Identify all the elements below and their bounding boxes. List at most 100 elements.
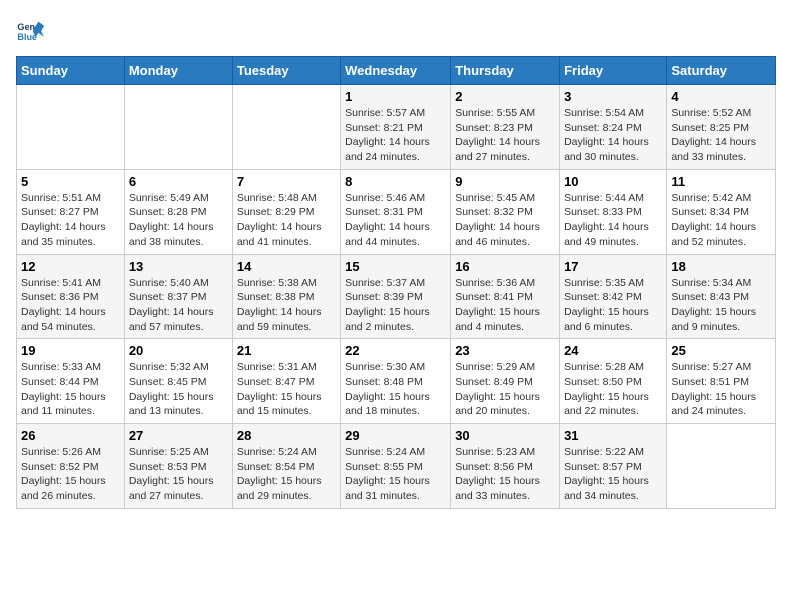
day-number: 27 xyxy=(129,428,228,443)
calendar-cell: 31Sunrise: 5:22 AMSunset: 8:57 PMDayligh… xyxy=(560,424,667,509)
day-number: 3 xyxy=(564,89,662,104)
day-number: 29 xyxy=(345,428,446,443)
day-info: Sunrise: 5:27 AMSunset: 8:51 PMDaylight:… xyxy=(671,360,771,419)
day-info: Sunrise: 5:25 AMSunset: 8:53 PMDaylight:… xyxy=(129,445,228,504)
calendar-cell: 23 Sunrise: 5:29 AMSunset: 8:49 PMDayligh… xyxy=(451,339,560,424)
logo: General Blue xyxy=(16,16,48,44)
calendar-cell: 25 Sunrise: 5:27 AMSunset: 8:51 PMDayligh… xyxy=(667,339,776,424)
day-number: 14 xyxy=(237,259,336,274)
day-info: Sunrise: 5:37 AMSunset: 8:39 PMDaylight:… xyxy=(345,276,446,335)
day-number: 31 xyxy=(564,428,662,443)
weekday-header-sunday: Sunday xyxy=(17,57,125,85)
day-info: Sunrise: 5:29 AMSunset: 8:49 PMDaylight:… xyxy=(455,360,555,419)
day-number: 24 xyxy=(564,343,662,358)
calendar-cell: 11 Sunrise: 5:42 AMSunset: 8:34 PMDayligh… xyxy=(667,169,776,254)
day-number: 13 xyxy=(129,259,228,274)
calendar-cell: 22 Sunrise: 5:30 AMSunset: 8:48 PMDayligh… xyxy=(341,339,451,424)
weekday-header-friday: Friday xyxy=(560,57,667,85)
week-row-4: 19Sunrise: 5:33 AMSunset: 8:44 PMDayligh… xyxy=(17,339,776,424)
day-number: 20 xyxy=(129,343,228,358)
day-info: Sunrise: 5:45 AMSunset: 8:32 PMDaylight:… xyxy=(455,191,555,250)
calendar-cell xyxy=(17,85,125,170)
calendar-cell: 19Sunrise: 5:33 AMSunset: 8:44 PMDayligh… xyxy=(17,339,125,424)
day-info: Sunrise: 5:26 AMSunset: 8:52 PMDaylight:… xyxy=(21,445,120,504)
calendar-cell: 17Sunrise: 5:35 AMSunset: 8:42 PMDayligh… xyxy=(560,254,667,339)
calendar-cell: 10 Sunrise: 5:44 AMSunset: 8:33 PMDayligh… xyxy=(560,169,667,254)
calendar-cell: 16 Sunrise: 5:36 AMSunset: 8:41 PMDayligh… xyxy=(451,254,560,339)
day-info: Sunrise: 5:51 AMSunset: 8:27 PMDaylight:… xyxy=(21,191,120,250)
calendar-cell: 2 Sunrise: 5:55 AMSunset: 8:23 PMDaylight… xyxy=(451,85,560,170)
calendar-cell: 12 Sunrise: 5:41 AMSunset: 8:36 PMDayligh… xyxy=(17,254,125,339)
day-number: 10 xyxy=(564,174,662,189)
day-info: Sunrise: 5:28 AMSunset: 8:50 PMDaylight:… xyxy=(564,360,662,419)
day-info: Sunrise: 5:42 AMSunset: 8:34 PMDaylight:… xyxy=(671,191,771,250)
day-info: Sunrise: 5:34 AMSunset: 8:43 PMDaylight:… xyxy=(671,276,771,335)
logo-icon: General Blue xyxy=(16,16,44,44)
day-number: 11 xyxy=(671,174,771,189)
day-info: Sunrise: 5:52 AMSunset: 8:25 PMDaylight:… xyxy=(671,106,771,165)
day-number: 2 xyxy=(455,89,555,104)
day-number: 16 xyxy=(455,259,555,274)
day-number: 22 xyxy=(345,343,446,358)
calendar-cell: 18Sunrise: 5:34 AMSunset: 8:43 PMDayligh… xyxy=(667,254,776,339)
day-number: 17 xyxy=(564,259,662,274)
day-info: Sunrise: 5:49 AMSunset: 8:28 PMDaylight:… xyxy=(129,191,228,250)
day-number: 6 xyxy=(129,174,228,189)
calendar-table: SundayMondayTuesdayWednesdayThursdayFrid… xyxy=(16,56,776,509)
day-info: Sunrise: 5:30 AMSunset: 8:48 PMDaylight:… xyxy=(345,360,446,419)
day-number: 8 xyxy=(345,174,446,189)
day-info: Sunrise: 5:32 AMSunset: 8:45 PMDaylight:… xyxy=(129,360,228,419)
calendar-cell: 30Sunrise: 5:23 AMSunset: 8:56 PMDayligh… xyxy=(451,424,560,509)
day-info: Sunrise: 5:38 AMSunset: 8:38 PMDaylight:… xyxy=(237,276,336,335)
calendar-cell: 4Sunrise: 5:52 AMSunset: 8:25 PMDaylight… xyxy=(667,85,776,170)
day-number: 15 xyxy=(345,259,446,274)
calendar-cell: 29 Sunrise: 5:24 AMSunset: 8:55 PMDayligh… xyxy=(341,424,451,509)
calendar-cell: 13 Sunrise: 5:40 AMSunset: 8:37 PMDayligh… xyxy=(124,254,232,339)
calendar-cell: 20 Sunrise: 5:32 AMSunset: 8:45 PMDayligh… xyxy=(124,339,232,424)
calendar-cell xyxy=(232,85,340,170)
calendar-cell: 21 Sunrise: 5:31 AMSunset: 8:47 PMDayligh… xyxy=(232,339,340,424)
weekday-header-row: SundayMondayTuesdayWednesdayThursdayFrid… xyxy=(17,57,776,85)
calendar-cell: 14 Sunrise: 5:38 AMSunset: 8:38 PMDayligh… xyxy=(232,254,340,339)
calendar-cell: 3Sunrise: 5:54 AMSunset: 8:24 PMDaylight… xyxy=(560,85,667,170)
day-info: Sunrise: 5:23 AMSunset: 8:56 PMDaylight:… xyxy=(455,445,555,504)
week-row-5: 26 Sunrise: 5:26 AMSunset: 8:52 PMDayligh… xyxy=(17,424,776,509)
day-number: 12 xyxy=(21,259,120,274)
calendar-cell: 15 Sunrise: 5:37 AMSunset: 8:39 PMDayligh… xyxy=(341,254,451,339)
day-info: Sunrise: 5:41 AMSunset: 8:36 PMDaylight:… xyxy=(21,276,120,335)
day-info: Sunrise: 5:44 AMSunset: 8:33 PMDaylight:… xyxy=(564,191,662,250)
day-info: Sunrise: 5:36 AMSunset: 8:41 PMDaylight:… xyxy=(455,276,555,335)
day-info: Sunrise: 5:55 AMSunset: 8:23 PMDaylight:… xyxy=(455,106,555,165)
day-number: 26 xyxy=(21,428,120,443)
day-info: Sunrise: 5:24 AMSunset: 8:55 PMDaylight:… xyxy=(345,445,446,504)
day-info: Sunrise: 5:24 AMSunset: 8:54 PMDaylight:… xyxy=(237,445,336,504)
day-number: 5 xyxy=(21,174,120,189)
calendar-cell: 26 Sunrise: 5:26 AMSunset: 8:52 PMDayligh… xyxy=(17,424,125,509)
day-number: 21 xyxy=(237,343,336,358)
day-number: 7 xyxy=(237,174,336,189)
day-number: 19 xyxy=(21,343,120,358)
calendar-cell: 1 Sunrise: 5:57 AMSunset: 8:21 PMDaylight… xyxy=(341,85,451,170)
day-number: 1 xyxy=(345,89,446,104)
day-number: 25 xyxy=(671,343,771,358)
calendar-cell xyxy=(124,85,232,170)
week-row-3: 12 Sunrise: 5:41 AMSunset: 8:36 PMDayligh… xyxy=(17,254,776,339)
calendar-cell: 28Sunrise: 5:24 AMSunset: 8:54 PMDayligh… xyxy=(232,424,340,509)
day-info: Sunrise: 5:40 AMSunset: 8:37 PMDaylight:… xyxy=(129,276,228,335)
calendar-cell: 8 Sunrise: 5:46 AMSunset: 8:31 PMDaylight… xyxy=(341,169,451,254)
calendar-cell xyxy=(667,424,776,509)
weekday-header-thursday: Thursday xyxy=(451,57,560,85)
day-number: 23 xyxy=(455,343,555,358)
week-row-2: 5 Sunrise: 5:51 AMSunset: 8:27 PMDaylight… xyxy=(17,169,776,254)
day-info: Sunrise: 5:48 AMSunset: 8:29 PMDaylight:… xyxy=(237,191,336,250)
page-header: General Blue xyxy=(16,16,776,44)
day-number: 9 xyxy=(455,174,555,189)
day-info: Sunrise: 5:57 AMSunset: 8:21 PMDaylight:… xyxy=(345,106,446,165)
weekday-header-wednesday: Wednesday xyxy=(341,57,451,85)
weekday-header-tuesday: Tuesday xyxy=(232,57,340,85)
calendar-cell: 5 Sunrise: 5:51 AMSunset: 8:27 PMDaylight… xyxy=(17,169,125,254)
calendar-cell: 7 Sunrise: 5:48 AMSunset: 8:29 PMDaylight… xyxy=(232,169,340,254)
calendar-cell: 27 Sunrise: 5:25 AMSunset: 8:53 PMDayligh… xyxy=(124,424,232,509)
day-info: Sunrise: 5:31 AMSunset: 8:47 PMDaylight:… xyxy=(237,360,336,419)
day-info: Sunrise: 5:46 AMSunset: 8:31 PMDaylight:… xyxy=(345,191,446,250)
